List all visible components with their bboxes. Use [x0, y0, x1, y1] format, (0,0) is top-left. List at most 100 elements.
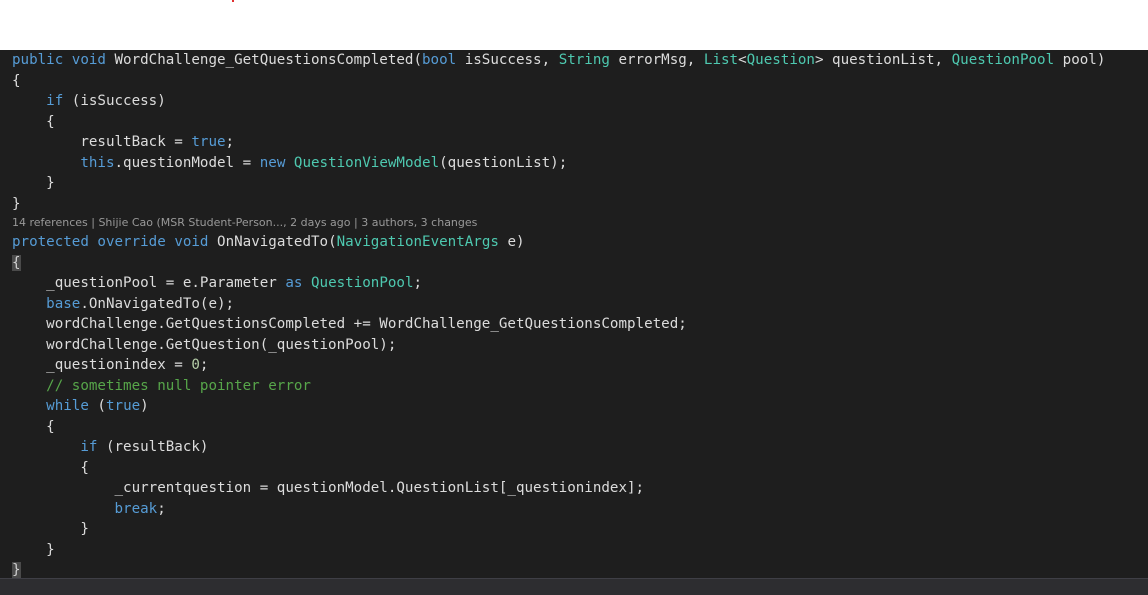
matched-brace: {	[12, 254, 21, 271]
code-token: override	[97, 234, 166, 250]
code-token: base	[46, 295, 81, 312]
code-token: {	[12, 113, 55, 130]
code-token: true	[105, 398, 141, 414]
code-token: > questionList,	[814, 52, 952, 68]
code-token: protected	[12, 234, 89, 250]
code-line: }	[12, 194, 1142, 215]
code-line: _currentquestion = questionModel.Questio…	[12, 478, 1142, 499]
code-line: break;	[12, 499, 1142, 520]
codelens-info[interactable]: 14 references | Shijie Cao (MSR Student-…	[12, 214, 1142, 232]
code-token: QuestionPool	[951, 52, 1055, 68]
code-token: QuestionViewModel	[293, 154, 440, 171]
code-token: wordChallenge.GetQuestionsCompleted += W…	[12, 316, 687, 332]
code-token: QuestionPool	[310, 275, 414, 291]
code-line: {	[12, 112, 1142, 133]
code-token: .OnNavigatedTo(e);	[80, 295, 235, 312]
code-token: if	[80, 439, 98, 455]
code-line: if (isSuccess)	[12, 91, 1142, 112]
code-token: new	[259, 154, 286, 171]
red-mark	[232, 0, 234, 2]
code-token: while	[46, 398, 89, 414]
code-token: (resultBack)	[97, 439, 209, 455]
code-token: this	[80, 154, 115, 171]
code-line: while (true)	[12, 396, 1142, 417]
code-token: String	[558, 52, 610, 68]
code-token: bool	[422, 52, 457, 68]
code-token: public	[12, 52, 64, 68]
code-line: {	[12, 417, 1142, 438]
code-token: ;	[199, 357, 209, 373]
code-token: (questionList);	[439, 154, 568, 171]
code-token: isSuccess,	[456, 52, 559, 68]
code-token: OnNavigatedTo(	[208, 234, 337, 250]
code-token: void	[71, 52, 106, 68]
code-token: {	[12, 418, 55, 435]
code-token: }	[12, 175, 55, 191]
code-token: WordChallenge_GetQuestionsCompleted(	[105, 52, 423, 68]
code-line: wordChallenge.GetQuestionsCompleted += W…	[12, 314, 1142, 335]
code-token: ;	[157, 500, 166, 517]
code-token: void	[174, 234, 209, 250]
code-lines-container: public void WordChallenge_GetQuestionsCo…	[12, 50, 1142, 581]
code-token: wordChallenge.GetQuestion(_questionPool)…	[12, 336, 397, 353]
code-line: // sometimes null pointer error	[12, 376, 1142, 397]
code-token: (	[88, 398, 106, 414]
code-line: _questionPool = e.Parameter as QuestionP…	[12, 273, 1142, 294]
code-line: base.OnNavigatedTo(e);	[12, 294, 1142, 315]
code-line: }	[12, 519, 1142, 540]
code-line: resultBack = true;	[12, 132, 1142, 153]
code-line: {	[12, 253, 1142, 274]
code-token: ;	[413, 275, 423, 291]
code-line: _questionindex = 0;	[12, 355, 1142, 376]
code-line: {	[12, 71, 1142, 92]
code-token: ;	[225, 134, 235, 150]
window-top-area	[0, 0, 1148, 50]
code-line: }	[12, 173, 1142, 194]
code-token: }	[12, 541, 55, 558]
code-token: )	[140, 398, 149, 414]
code-line: this.questionModel = new QuestionViewMod…	[12, 153, 1142, 174]
code-token: true	[191, 134, 226, 150]
matched-brace: }	[12, 562, 21, 578]
code-token: if	[46, 93, 64, 109]
code-token: Question	[746, 52, 815, 68]
code-token: 0	[191, 357, 200, 373]
code-line: }	[12, 540, 1142, 561]
code-line: public void WordChallenge_GetQuestionsCo…	[12, 50, 1142, 71]
code-token: e)	[498, 234, 525, 250]
code-token: List	[703, 52, 739, 68]
code-editor[interactable]: public void WordChallenge_GetQuestionsCo…	[0, 50, 1148, 594]
code-token: pool)	[1054, 52, 1106, 68]
code-token: _currentquestion = questionModel.Questio…	[12, 480, 645, 496]
code-token: }	[12, 195, 21, 212]
code-token: _questionindex =	[12, 357, 192, 373]
code-token: }	[12, 521, 89, 537]
code-token: // sometimes null pointer error	[46, 377, 311, 394]
horizontal-scrollbar[interactable]	[0, 578, 1148, 595]
code-token: break	[114, 500, 158, 517]
code-token: as	[285, 275, 303, 291]
code-token: resultBack =	[12, 134, 192, 150]
code-line: wordChallenge.GetQuestion(_questionPool)…	[12, 335, 1142, 356]
code-token: _questionPool = e.Parameter	[12, 275, 286, 291]
code-line: protected override void OnNavigatedTo(Na…	[12, 232, 1142, 253]
code-token: {	[12, 72, 21, 89]
code-line: if (resultBack)	[12, 437, 1142, 458]
code-line: {	[12, 458, 1142, 479]
code-token: <	[738, 52, 747, 68]
code-token: (isSuccess)	[63, 93, 166, 109]
code-token: {	[12, 459, 89, 476]
code-token: errorMsg,	[609, 52, 704, 68]
code-token: NavigationEventArgs	[336, 234, 499, 250]
code-token: .questionModel =	[114, 154, 260, 171]
